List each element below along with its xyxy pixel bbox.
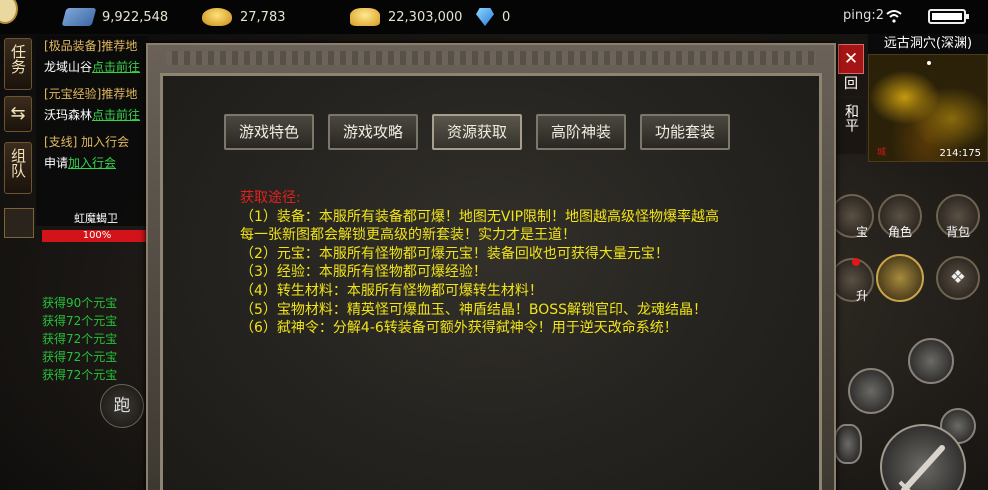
- text-line: （4）转生材料：本服所有怪物都可爆转生材料！: [240, 282, 543, 299]
- diamond-resource: 0: [476, 7, 510, 27]
- swap-button[interactable]: ⇆: [4, 96, 32, 132]
- ingot-resource: 22,303,000: [350, 7, 462, 27]
- diamond-icon: [476, 8, 494, 26]
- text-line: （1）装备：本服所有装备都可爆！地图无VIP限制！地图越高级怪物爆率越高: [240, 208, 720, 225]
- peace-mode-tab[interactable]: 和平: [836, 98, 866, 154]
- boss-portrait-icon: [4, 208, 34, 238]
- log-line: 获得72个元宝: [42, 350, 118, 364]
- attack-sword-button[interactable]: [880, 424, 966, 490]
- wifi-icon: [886, 10, 902, 23]
- gold-icon: [202, 8, 232, 26]
- quest-tab-label: 任务: [9, 44, 27, 74]
- boss-target[interactable]: 虹魔蝎卫 100%: [4, 208, 152, 244]
- section-heading: 获取途径:: [240, 190, 301, 206]
- avatar[interactable]: [0, 0, 18, 24]
- bag-label: 背包: [945, 225, 970, 239]
- tab-resource-acquisition[interactable]: 资源获取: [432, 114, 522, 150]
- scroll-icon: [61, 8, 97, 26]
- treasure-button[interactable]: 宝: [830, 194, 874, 239]
- quest-item[interactable]: [极品装备]推荐地 龙域山谷点击前往: [44, 36, 148, 78]
- team-tab-button[interactable]: 组队: [4, 142, 32, 194]
- grid-icon: ❖: [949, 267, 967, 288]
- battery-icon: [928, 9, 969, 24]
- skill-edge-button[interactable]: [834, 424, 862, 464]
- battle-emblem-button[interactable]: [876, 254, 924, 302]
- info-dialog: 游戏特色 游戏攻略 资源获取 高阶神装 功能套装 获取途径: （1）装备：本服所…: [146, 43, 836, 490]
- quest-join-guild-link[interactable]: 加入行会: [68, 156, 116, 170]
- team-tab-label: 组队: [9, 148, 27, 178]
- dialog-text: 获取途径: （1）装备：本服所有装备都可爆！地图无VIP限制！地图越高级怪物爆率…: [240, 189, 800, 338]
- ping-readout: ping:2: [842, 8, 884, 23]
- quest-goto-link[interactable]: 点击前往: [92, 108, 140, 122]
- log-line: 获得72个元宝: [42, 332, 118, 346]
- player-marker-icon: [927, 61, 931, 65]
- gold-value: 27,783: [240, 9, 286, 25]
- upgrade-label: 升: [855, 289, 868, 303]
- run-button[interactable]: 跑: [100, 384, 144, 428]
- boss-name: 虹魔蝎卫: [74, 212, 118, 225]
- reward-log: 获得90个元宝 获得72个元宝 获得72个元宝 获得72个元宝 获得72个元宝: [42, 294, 152, 384]
- boss-hp-bar: 100%: [42, 230, 152, 242]
- quest-tag: [支线] 加入行会: [44, 135, 130, 149]
- log-line: 获得72个元宝: [42, 368, 118, 382]
- sword-icon: [898, 445, 945, 490]
- quest-item[interactable]: [元宝经验]推荐地 沃玛森林点击前往: [44, 84, 148, 126]
- tab-game-guide[interactable]: 游戏攻略: [328, 114, 418, 150]
- close-icon[interactable]: ✕: [838, 44, 864, 74]
- top-resource-bar: 9,922,548 27,783 22,303,000 0 ping:2: [0, 0, 988, 34]
- gold-resource: 27,783: [202, 7, 286, 27]
- quest-item[interactable]: [支线] 加入行会 申请加入行会: [44, 132, 148, 174]
- skill-slot-button[interactable]: [848, 368, 894, 414]
- menu-diamond-button[interactable]: ❖: [936, 256, 980, 300]
- map-coordinates: 214:175: [939, 148, 981, 159]
- skill-fire-button[interactable]: [908, 338, 954, 384]
- tab-function-sets[interactable]: 功能套装: [640, 114, 730, 150]
- map-title: 远古洞穴(深渊): [868, 34, 988, 54]
- notification-dot: [852, 258, 860, 266]
- quest-panel: [极品装备]推荐地 龙域山谷点击前往 [元宝经验]推荐地 沃玛森林点击前往 [支…: [36, 36, 148, 226]
- text-line: （5）宝物材料：精英怪可爆血玉、神盾结晶！BOSS解锁官印、龙魂结晶！: [240, 301, 708, 318]
- swap-icon: ⇆: [10, 103, 26, 124]
- scroll-value: 9,922,548: [102, 9, 169, 25]
- quest-goto-link[interactable]: 点击前往: [92, 60, 140, 74]
- character-button[interactable]: 角色: [878, 194, 922, 239]
- tab-advanced-gear[interactable]: 高阶神装: [536, 114, 626, 150]
- character-label: 角色: [887, 225, 912, 239]
- log-line: 获得90个元宝: [42, 296, 118, 310]
- dialog-ornament: [166, 51, 816, 65]
- quest-tag: [元宝经验]推荐地: [44, 87, 138, 101]
- text-line: （3）经验：本服所有怪物都可爆经验！: [240, 264, 487, 281]
- quest-tab-button[interactable]: 任务: [4, 38, 32, 90]
- treasure-label: 宝: [855, 225, 868, 239]
- text-line: （6）弑神令：分解4-6转装备可额外获得弑神令！用于逆天改命系统！: [240, 320, 678, 337]
- scroll-resource: 9,922,548: [61, 7, 169, 27]
- return-tab[interactable]: 回: [836, 74, 866, 96]
- quest-place: 申请: [44, 156, 69, 170]
- ingot-value: 22,303,000: [388, 9, 463, 25]
- dialog-tabs: 游戏特色 游戏攻略 资源获取 高阶神装 功能套装: [224, 114, 730, 150]
- ingot-icon: [350, 8, 380, 26]
- text-line: 每一张新图都会解锁更高级的新套装！实力才是王道！: [240, 227, 576, 244]
- diamond-value: 0: [502, 9, 511, 25]
- game-screen: 9,922,548 27,783 22,303,000 0 ping:2 任务 …: [0, 0, 988, 490]
- text-line: （2）元宝：本服所有怪物都可爆元宝！装备回收也可获得大量元宝！: [240, 245, 669, 262]
- quest-place: 龙域山谷: [44, 60, 93, 74]
- quest-place: 沃玛森林: [44, 108, 93, 122]
- bag-button[interactable]: 背包: [936, 194, 980, 239]
- tab-game-features[interactable]: 游戏特色: [224, 114, 314, 150]
- minimap[interactable]: 城 214:175: [868, 54, 988, 162]
- quest-tag: [极品装备]推荐地: [44, 39, 138, 53]
- minimap-label: 城: [877, 148, 887, 158]
- peace-mode-label: 和平: [843, 104, 859, 132]
- log-line: 获得72个元宝: [42, 314, 118, 328]
